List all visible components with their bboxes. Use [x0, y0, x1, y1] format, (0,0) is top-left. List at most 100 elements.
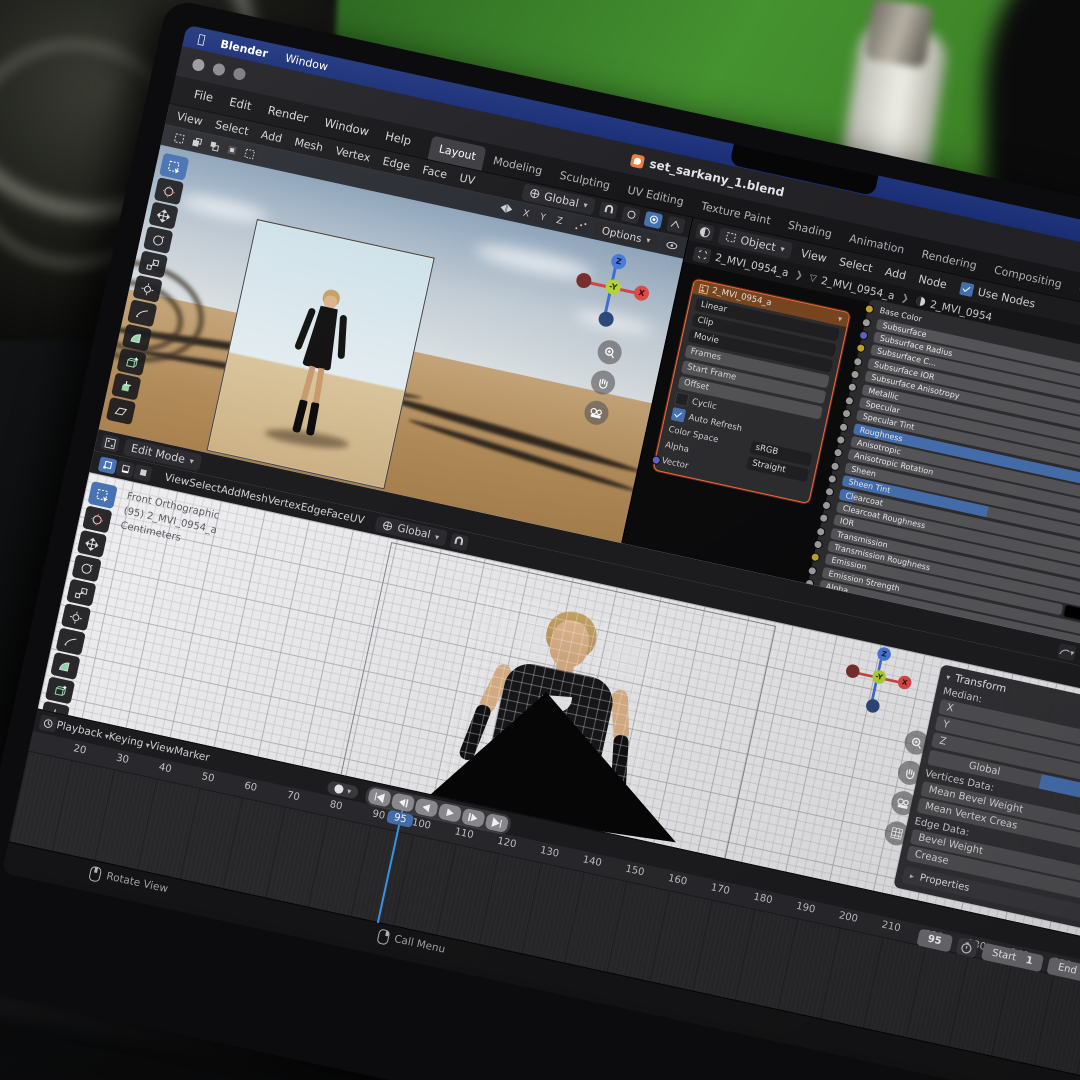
transform-tool[interactable]: [132, 275, 162, 303]
menu-help[interactable]: Help: [384, 129, 413, 148]
menu-select[interactable]: Select: [838, 255, 874, 275]
menu-edit[interactable]: Edit: [228, 95, 253, 113]
menu-face[interactable]: Face: [421, 163, 448, 181]
axis-gizmo[interactable]: Z X -Y: [568, 246, 656, 334]
socket-emission-strength[interactable]: [807, 565, 818, 576]
scale-tool[interactable]: [138, 250, 168, 278]
menu-render[interactable]: Render: [267, 103, 310, 125]
image-texture-node[interactable]: 2_MVI_0954_a▾ Linear Clip Movie FramesSt…: [653, 279, 851, 505]
menu-edge[interactable]: Edge: [382, 154, 412, 173]
cursor-tool[interactable]: [82, 505, 112, 533]
socket-sheen[interactable]: [830, 461, 841, 472]
rotate-tool[interactable]: [143, 226, 173, 254]
socket-subsurface-ior[interactable]: [853, 356, 864, 367]
socket-clearcoat-roughness[interactable]: [821, 500, 832, 511]
socket-ior[interactable]: [818, 513, 829, 524]
proportional-editing-icon[interactable]: [621, 205, 641, 223]
prev-keyframe-button[interactable]: [391, 792, 416, 812]
zoom-icon[interactable]: [595, 338, 624, 367]
visibility-dropdown-icon[interactable]: [661, 236, 681, 254]
socket-specular[interactable]: [844, 395, 855, 406]
socket-roughness[interactable]: [838, 421, 849, 432]
cyclic-checkbox[interactable]: [674, 391, 689, 406]
jump-start-button[interactable]: [367, 787, 392, 807]
menu-mesh[interactable]: Mesh: [239, 488, 269, 506]
mirror-axis-z[interactable]: Z: [551, 213, 569, 230]
add-cube-tool[interactable]: [116, 348, 146, 376]
menu-view[interactable]: View: [148, 739, 175, 756]
snap-magnet-icon[interactable]: [599, 201, 619, 219]
menubar-item-window[interactable]: Window: [284, 51, 329, 73]
rotate-tool[interactable]: [71, 554, 101, 582]
menu-view[interactable]: View: [800, 246, 828, 264]
select-box-tool[interactable]: [87, 481, 117, 509]
socket-anisotropic[interactable]: [835, 435, 846, 446]
axis-gizmo-b[interactable]: Z X -Y: [838, 640, 917, 719]
mirror-axis-y[interactable]: Y: [534, 209, 552, 226]
use-nodes-checkbox[interactable]: [959, 281, 974, 296]
move-tool[interactable]: [77, 530, 107, 558]
socket-emission[interactable]: [810, 552, 821, 563]
edge-select-mode[interactable]: [115, 460, 135, 478]
vertex-select-mode[interactable]: [98, 456, 118, 474]
editor-type-icon[interactable]: [100, 434, 120, 452]
socket-transmission-roughness[interactable]: [813, 539, 824, 550]
select-invert-icon[interactable]: [222, 140, 242, 158]
jump-end-button[interactable]: [484, 813, 509, 833]
menu-file[interactable]: File: [193, 87, 215, 105]
menu-uv[interactable]: UV: [348, 512, 365, 527]
socket-anisotropic-rotation[interactable]: [833, 448, 844, 459]
select-box-tool[interactable]: [159, 153, 189, 181]
select-intersect-icon[interactable]: [239, 144, 259, 162]
menu-add[interactable]: Add: [220, 484, 242, 500]
snap-magnet-icon-b[interactable]: [449, 532, 469, 550]
shader-type-icon[interactable]: [695, 223, 715, 241]
socket-metallic[interactable]: [847, 382, 858, 393]
auto-keying-record-button[interactable]: ▾: [326, 780, 359, 799]
play-reverse-button[interactable]: [414, 797, 439, 817]
menu-vertex[interactable]: Vertex: [334, 144, 371, 164]
socket-specular-tint[interactable]: [841, 408, 852, 419]
menu-uv[interactable]: UV: [458, 171, 476, 187]
annotate-tool[interactable]: [127, 299, 157, 327]
annotate-dropdown-icon[interactable]: ▾: [1057, 642, 1077, 660]
menu-select[interactable]: Select: [214, 118, 250, 138]
minimize-window-button[interactable]: [212, 62, 226, 76]
menu-node[interactable]: Node: [917, 272, 948, 291]
measure-tool[interactable]: [122, 324, 152, 352]
socket-subsurface-radius[interactable]: [858, 330, 869, 341]
add-cube-tool[interactable]: [45, 676, 75, 704]
transform-tool[interactable]: [61, 603, 91, 631]
expand-breadcrumb-icon[interactable]: [692, 246, 712, 264]
menu-add[interactable]: Add: [884, 265, 908, 282]
close-window-button[interactable]: [191, 58, 205, 72]
cursor-tool[interactable]: [154, 177, 184, 205]
menu-edge[interactable]: Edge: [299, 501, 327, 518]
select-subtract-icon[interactable]: [204, 137, 224, 155]
menu-view[interactable]: View: [164, 471, 191, 488]
blender-logo-icon[interactable]: [181, 84, 184, 99]
annotate-tool[interactable]: [56, 628, 86, 656]
move-tool[interactable]: [148, 202, 178, 230]
menu-face[interactable]: Face: [325, 507, 351, 524]
falloff-dots-icon[interactable]: [571, 217, 591, 235]
camera-view-icon[interactable]: [582, 399, 611, 428]
select-extend-icon[interactable]: [187, 133, 207, 151]
socket-base-color[interactable]: [864, 304, 875, 315]
apple-icon[interactable]: : [197, 31, 207, 46]
mirror-axis-x[interactable]: X: [517, 205, 535, 222]
auto-refresh-checkbox[interactable]: [671, 407, 686, 422]
menu-mesh[interactable]: Mesh: [293, 135, 324, 154]
menu-window[interactable]: Window: [323, 115, 370, 138]
socket-sheen-tint[interactable]: [827, 474, 838, 485]
scale-tool[interactable]: [66, 579, 96, 607]
socket-subsurface-anisotropy[interactable]: [850, 369, 861, 380]
extrude-tool[interactable]: [111, 373, 141, 401]
play-button[interactable]: [437, 803, 462, 823]
socket-subsurface[interactable]: [861, 317, 872, 328]
pan-hand-icon[interactable]: [589, 368, 618, 397]
menu-view[interactable]: View: [176, 109, 204, 127]
measure-tool[interactable]: [50, 652, 80, 680]
next-keyframe-button[interactable]: [461, 808, 486, 828]
face-select-mode[interactable]: [133, 463, 153, 481]
